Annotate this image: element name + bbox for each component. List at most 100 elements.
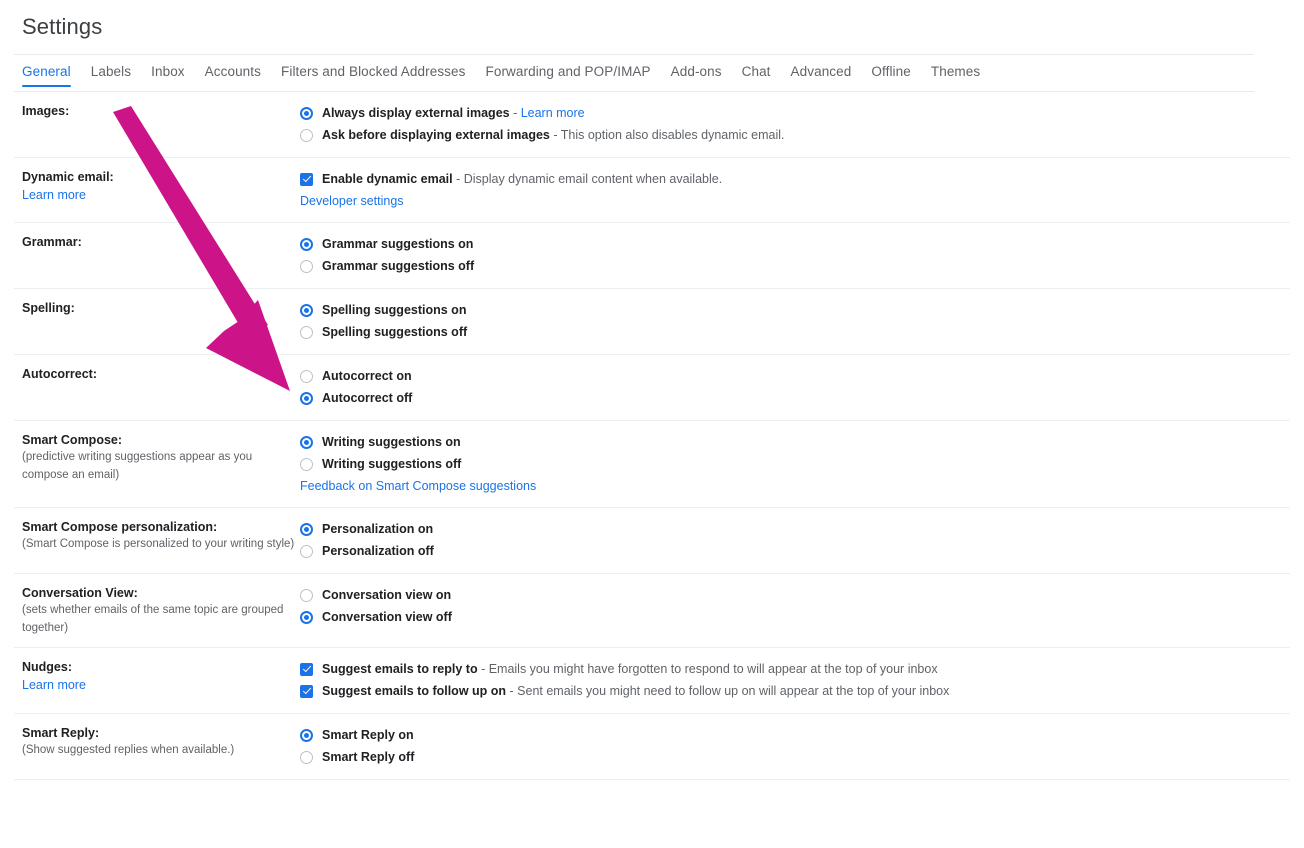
tab-themes[interactable]: Themes	[931, 64, 980, 87]
spelling-label-column: Spelling:	[14, 299, 300, 317]
setting-row-dynamic-email: Dynamic email: Learn more Enable dynamic…	[14, 158, 1290, 223]
ask-before-displaying-external-images-radio[interactable]	[300, 128, 313, 142]
images-learn-more-link[interactable]: Learn more	[521, 106, 585, 120]
spelling-suggestions-off-label: Spelling suggestions off	[322, 325, 468, 339]
smart-reply-off-radio[interactable]	[300, 750, 313, 764]
tab-offline[interactable]: Offline	[871, 64, 910, 87]
dynamic-email-options: Enable dynamic email - Display dynamic e…	[300, 168, 1290, 212]
spelling-suggestions-off-radio[interactable]	[300, 325, 313, 339]
option-conversation-view-on[interactable]: Conversation view on	[300, 585, 1290, 606]
autocorrect-on-label: Autocorrect on	[322, 369, 412, 383]
setting-row-spelling: Spelling: Spelling suggestions on Spelli…	[14, 289, 1290, 355]
suggest-emails-to-follow-up-on-label: Suggest emails to follow up on	[322, 684, 507, 698]
grammar-label: Grammar:	[22, 235, 82, 249]
option-smart-reply-off[interactable]: Smart Reply off	[300, 747, 1290, 768]
personalization-on-radio[interactable]	[300, 522, 313, 536]
developer-settings-link[interactable]: Developer settings	[300, 191, 404, 212]
conversation-view-on-radio[interactable]	[300, 588, 313, 602]
autocorrect-on-radio[interactable]	[300, 369, 313, 383]
enable-dynamic-email-checkbox[interactable]	[300, 172, 313, 186]
smart-compose-label-column: Smart Compose: (predictive writing sugge…	[14, 431, 300, 484]
tab-general[interactable]: General	[22, 64, 71, 87]
smart-compose-personalization-label: Smart Compose personalization:	[22, 520, 218, 534]
always-display-external-images-radio[interactable]	[300, 106, 313, 120]
writing-suggestions-on-radio[interactable]	[300, 435, 313, 449]
smart-compose-personalization-label-column: Smart Compose personalization: (Smart Co…	[14, 518, 300, 554]
grammar-suggestions-off-radio[interactable]	[300, 259, 313, 273]
personalization-off-radio[interactable]	[300, 544, 313, 558]
setting-row-images: Images: Always display external images -…	[14, 92, 1290, 158]
option-writing-suggestions-off[interactable]: Writing suggestions off	[300, 454, 1290, 475]
option-personalization-on[interactable]: Personalization on	[300, 519, 1290, 540]
tab-chat[interactable]: Chat	[742, 64, 771, 87]
enable-dynamic-email-label: Enable dynamic email	[322, 172, 453, 186]
smart-compose-personalization-options: Personalization on Personalization off	[300, 518, 1290, 563]
grammar-label-column: Grammar:	[14, 233, 300, 251]
nudges-options: Suggest emails to reply to - Emails you …	[300, 658, 1290, 703]
spelling-label: Spelling:	[22, 301, 75, 315]
smart-reply-description: (Show suggested replies when available.)	[22, 744, 235, 756]
settings-tab-bar: General Labels Inbox Accounts Filters an…	[22, 64, 980, 87]
option-spelling-suggestions-off[interactable]: Spelling suggestions off	[300, 322, 1290, 343]
smart-compose-label: Smart Compose:	[22, 433, 123, 447]
grammar-suggestions-off-label: Grammar suggestions off	[322, 259, 475, 273]
option-spelling-suggestions-on[interactable]: Spelling suggestions on	[300, 300, 1290, 321]
autocorrect-off-radio[interactable]	[300, 391, 313, 405]
conversation-view-off-label: Conversation view off	[322, 610, 452, 624]
option-personalization-off[interactable]: Personalization off	[300, 541, 1290, 562]
smart-compose-personalization-description: (Smart Compose is personalized to your w…	[22, 538, 295, 550]
grammar-suggestions-on-radio[interactable]	[300, 237, 313, 251]
option-enable-dynamic-email[interactable]: Enable dynamic email - Display dynamic e…	[300, 169, 1290, 190]
option-always-display-external-images[interactable]: Always display external images - Learn m…	[300, 103, 1290, 124]
autocorrect-label-column: Autocorrect:	[14, 365, 300, 383]
tab-filters-and-blocked-addresses[interactable]: Filters and Blocked Addresses	[281, 64, 466, 87]
option-ask-before-displaying-external-images[interactable]: Ask before displaying external images - …	[300, 125, 1290, 146]
option-autocorrect-off[interactable]: Autocorrect off	[300, 388, 1290, 409]
conversation-view-label-column: Conversation View: (sets whether emails …	[14, 584, 300, 637]
autocorrect-label: Autocorrect:	[22, 367, 98, 381]
writing-suggestions-off-label: Writing suggestions off	[322, 457, 462, 471]
spelling-suggestions-on-label: Spelling suggestions on	[322, 303, 467, 317]
tab-advanced[interactable]: Advanced	[791, 64, 852, 87]
images-options: Always display external images - Learn m…	[300, 102, 1290, 147]
option-smart-reply-on[interactable]: Smart Reply on	[300, 725, 1290, 746]
suggest-emails-to-reply-to-label: Suggest emails to reply to	[322, 662, 478, 676]
conversation-view-label: Conversation View:	[22, 586, 138, 600]
suggest-emails-to-follow-up-on-checkbox[interactable]	[300, 684, 313, 698]
option-suggest-emails-to-follow-up-on[interactable]: Suggest emails to follow up on - Sent em…	[300, 681, 1290, 702]
spelling-options: Spelling suggestions on Spelling suggest…	[300, 299, 1290, 344]
option-conversation-view-off[interactable]: Conversation view off	[300, 607, 1290, 628]
page-title: Settings	[22, 14, 103, 39]
smart-compose-feedback-link[interactable]: Feedback on Smart Compose suggestions	[300, 476, 536, 497]
option-grammar-suggestions-on[interactable]: Grammar suggestions on	[300, 234, 1290, 255]
writing-suggestions-off-radio[interactable]	[300, 457, 313, 471]
enable-dynamic-email-description: Display dynamic email content when avail…	[463, 172, 723, 186]
nudges-learn-more-link[interactable]: Learn more	[22, 676, 86, 695]
personalization-on-label: Personalization on	[322, 522, 434, 536]
tab-add-ons[interactable]: Add-ons	[671, 64, 722, 87]
conversation-view-description: (sets whether emails of the same topic a…	[22, 604, 284, 634]
nudges-option-1-separator: -	[506, 684, 518, 698]
setting-row-conversation-view: Conversation View: (sets whether emails …	[14, 574, 1290, 648]
conversation-view-off-radio[interactable]	[300, 610, 313, 624]
option-autocorrect-on[interactable]: Autocorrect on	[300, 366, 1290, 387]
tab-accounts[interactable]: Accounts	[205, 64, 261, 87]
tab-inbox[interactable]: Inbox	[151, 64, 185, 87]
setting-row-autocorrect: Autocorrect: Autocorrect on Autocorrect …	[14, 355, 1290, 421]
smart-reply-label: Smart Reply:	[22, 726, 100, 740]
nudges-label: Nudges:	[22, 660, 72, 674]
spelling-suggestions-on-radio[interactable]	[300, 303, 313, 317]
smart-reply-on-label: Smart Reply on	[322, 728, 414, 742]
option-grammar-suggestions-off[interactable]: Grammar suggestions off	[300, 256, 1290, 277]
smart-reply-off-label: Smart Reply off	[322, 750, 415, 764]
tab-labels[interactable]: Labels	[91, 64, 131, 87]
nudges-option-0-separator: -	[477, 662, 489, 676]
option-suggest-emails-to-reply-to[interactable]: Suggest emails to reply to - Emails you …	[300, 659, 1290, 680]
dynamic-email-label-column: Dynamic email: Learn more	[14, 168, 300, 205]
ask-before-displaying-external-images-label: Ask before displaying external images	[322, 128, 550, 142]
dynamic-email-learn-more-link[interactable]: Learn more	[22, 186, 86, 205]
suggest-emails-to-reply-to-checkbox[interactable]	[300, 662, 313, 676]
tab-forwarding-and-pop-imap[interactable]: Forwarding and POP/IMAP	[486, 64, 651, 87]
smart-reply-on-radio[interactable]	[300, 728, 313, 742]
option-writing-suggestions-on[interactable]: Writing suggestions on	[300, 432, 1290, 453]
